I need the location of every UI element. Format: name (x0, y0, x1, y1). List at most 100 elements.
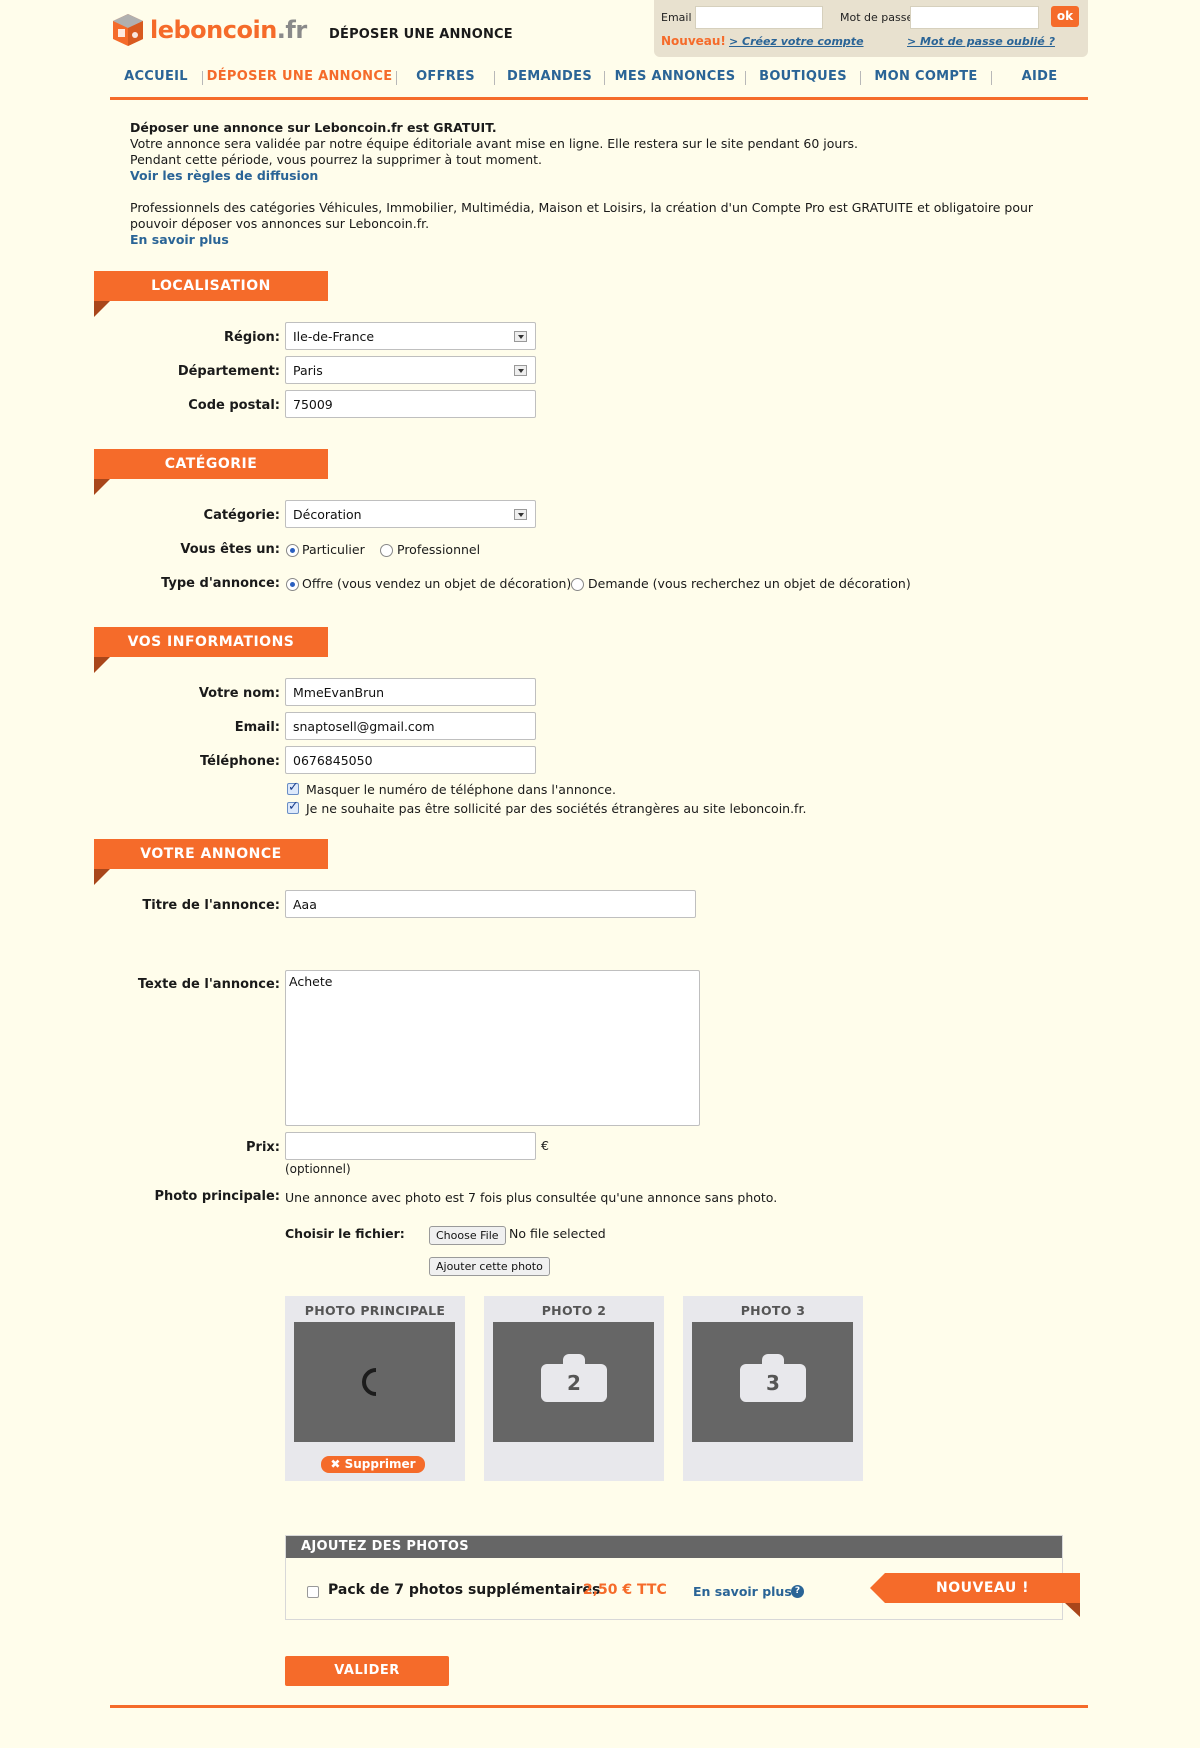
login-email-input[interactable] (695, 6, 823, 29)
page-title: DÉPOSER UNE ANNONCE (329, 27, 513, 42)
photo-card-title: PHOTO PRINCIPALE (304, 1303, 446, 1318)
nav-offres[interactable]: OFFRES (397, 64, 494, 84)
create-account-link[interactable]: > Créez votre compte (729, 35, 864, 48)
email-input[interactable]: snaptosell@gmail.com (285, 712, 536, 740)
price-optional: (optionnel) (285, 1162, 351, 1176)
nav-demandes[interactable]: DEMANDES (495, 64, 604, 84)
email-label: Email: (234, 720, 280, 735)
region-select[interactable]: Ile-de-France (285, 322, 536, 350)
hide-phone-checkbox[interactable] (287, 780, 299, 795)
nav-mon-compte[interactable]: MON COMPTE (861, 64, 991, 84)
postal-label: Code postal: (188, 398, 280, 413)
type-label: Type d'annonce: (161, 576, 280, 591)
photo-hint: Une annonce avec photo est 7 fois plus c… (285, 1190, 778, 1205)
intro-text: Déposer une annonce sur Leboncoin.fr est… (130, 120, 1070, 248)
intro-line1: Votre annonce sera validée par notre équ… (130, 136, 858, 151)
photo-slot-number: 2 (541, 1364, 607, 1402)
radio-particulier[interactable] (286, 544, 299, 557)
name-input[interactable]: MmeEvanBrun (285, 678, 536, 706)
departement-select[interactable]: Paris (285, 356, 536, 384)
rules-link[interactable]: Voir les règles de diffusion (130, 168, 1070, 184)
departement-label: Département: (177, 364, 280, 379)
choose-file-button[interactable]: Choose File (429, 1226, 506, 1245)
site-logo[interactable]: leboncoin.fr (110, 12, 307, 48)
add-photo-button[interactable]: Ajouter cette photo (429, 1257, 550, 1276)
photo-card-title: PHOTO 3 (740, 1303, 806, 1318)
no-solicit-text: Je ne souhaite pas être sollicité par de… (306, 801, 807, 816)
category-value: Décoration (293, 507, 362, 522)
radio-offre[interactable] (286, 578, 299, 591)
photo-card-title: PHOTO 2 (541, 1303, 607, 1318)
extra-photos-title: AJOUTEZ DES PHOTOS (286, 1536, 1062, 1558)
logo-tld: .fr (276, 16, 307, 44)
logo-main: leboncoin (150, 16, 277, 44)
radio-demande[interactable] (571, 578, 584, 591)
particulier-text: Particulier (302, 542, 365, 557)
section-categorie: CATÉGORIE (94, 449, 328, 495)
nav-accueil[interactable]: ACCUEIL (110, 64, 202, 84)
email-label: Email (661, 11, 692, 24)
photo-preview (294, 1322, 455, 1442)
photo-slot[interactable]: 2 (493, 1322, 654, 1442)
offre-text: Offre (vous vendez un objet de décoratio… (302, 576, 572, 591)
region-label: Région: (224, 330, 280, 345)
photo-card-2: PHOTO 2 2 (484, 1296, 664, 1481)
hide-phone-text: Masquer le numéro de téléphone dans l'an… (306, 782, 616, 797)
file-label: Choisir le fichier: (285, 1226, 405, 1241)
logo-box-icon (110, 12, 146, 48)
photo-slot-number: 3 (740, 1364, 806, 1402)
delete-photo-button[interactable]: ✖ Supprimer (321, 1456, 425, 1473)
region-value: Ile-de-France (293, 329, 375, 344)
phone-input[interactable]: 0676845050 (285, 746, 536, 774)
nav-deposer[interactable]: DÉPOSER UNE ANNONCE (203, 64, 396, 84)
phone-label: Téléphone: (200, 754, 280, 769)
nouveau-tag: NOUVEAU ! (870, 1573, 1080, 1617)
pack-label: Pack de 7 photos supplémentaires (328, 1582, 601, 1598)
category-select[interactable]: Décoration (285, 500, 536, 528)
nav-boutiques[interactable]: BOUTIQUES (746, 64, 860, 84)
text-textarea[interactable]: Achete (285, 970, 700, 1126)
departement-value: Paris (293, 363, 323, 378)
section-infos: VOS INFORMATIONS (94, 627, 328, 673)
price-label: Prix: (246, 1140, 280, 1155)
category-label: Catégorie: (203, 508, 280, 523)
photo-label: Photo principale: (154, 1189, 280, 1204)
dropdown-arrow-icon (514, 509, 527, 520)
login-box: Email Mot de passe ok Nouveau! > Créez v… (654, 0, 1088, 57)
photo-card-3: PHOTO 3 3 (683, 1296, 863, 1481)
login-password-input[interactable] (910, 6, 1039, 29)
footer-divider (110, 1705, 1088, 1708)
nouveau-label: Nouveau! (661, 34, 726, 48)
text-label: Texte de l'annonce: (137, 977, 280, 992)
no-solicit-checkbox[interactable] (287, 799, 299, 814)
radio-professionnel[interactable] (380, 544, 393, 557)
title-input[interactable]: Aaa (285, 890, 696, 918)
name-label: Votre nom: (198, 686, 280, 701)
professionnel-text: Professionnel (397, 542, 481, 557)
intro-line2: Pendant cette période, vous pourrez la s… (130, 152, 543, 167)
valider-button[interactable]: VALIDER (285, 1656, 449, 1686)
demande-text: Demande (vous recherchez un objet de déc… (588, 576, 911, 591)
pack-checkbox[interactable] (307, 1586, 319, 1598)
section-annonce: VOTRE ANNONCE (94, 839, 328, 885)
price-unit: € (541, 1138, 549, 1153)
you-are-label: Vous êtes un: (180, 542, 280, 557)
main-nav: ACCUEIL DÉPOSER UNE ANNONCE OFFRES DEMAN… (110, 64, 1088, 100)
learn-more-link[interactable]: En savoir plus (130, 232, 1070, 248)
camera-icon: 3 (740, 1354, 806, 1402)
login-ok-button[interactable]: ok (1051, 6, 1079, 27)
dropdown-arrow-icon (514, 331, 527, 342)
nav-mes-annonces[interactable]: MES ANNONCES (605, 64, 745, 84)
pack-learn-more-link[interactable]: En savoir plus (693, 1584, 792, 1599)
camera-icon: 2 (541, 1354, 607, 1402)
password-label: Mot de passe (840, 11, 914, 24)
photo-slot[interactable]: 3 (692, 1322, 853, 1442)
pack-price: 2,50 € TTC (583, 1582, 667, 1598)
no-file-text: No file selected (509, 1226, 606, 1241)
postal-code-input[interactable]: 75009 (285, 390, 536, 418)
nav-aide[interactable]: AIDE (992, 64, 1087, 84)
forgot-password-link[interactable]: > Mot de passe oublié ? (907, 35, 1055, 48)
help-icon[interactable]: ? (791, 1585, 804, 1598)
intro-headline: Déposer une annonce sur Leboncoin.fr est… (130, 120, 497, 135)
price-input[interactable] (285, 1132, 536, 1160)
